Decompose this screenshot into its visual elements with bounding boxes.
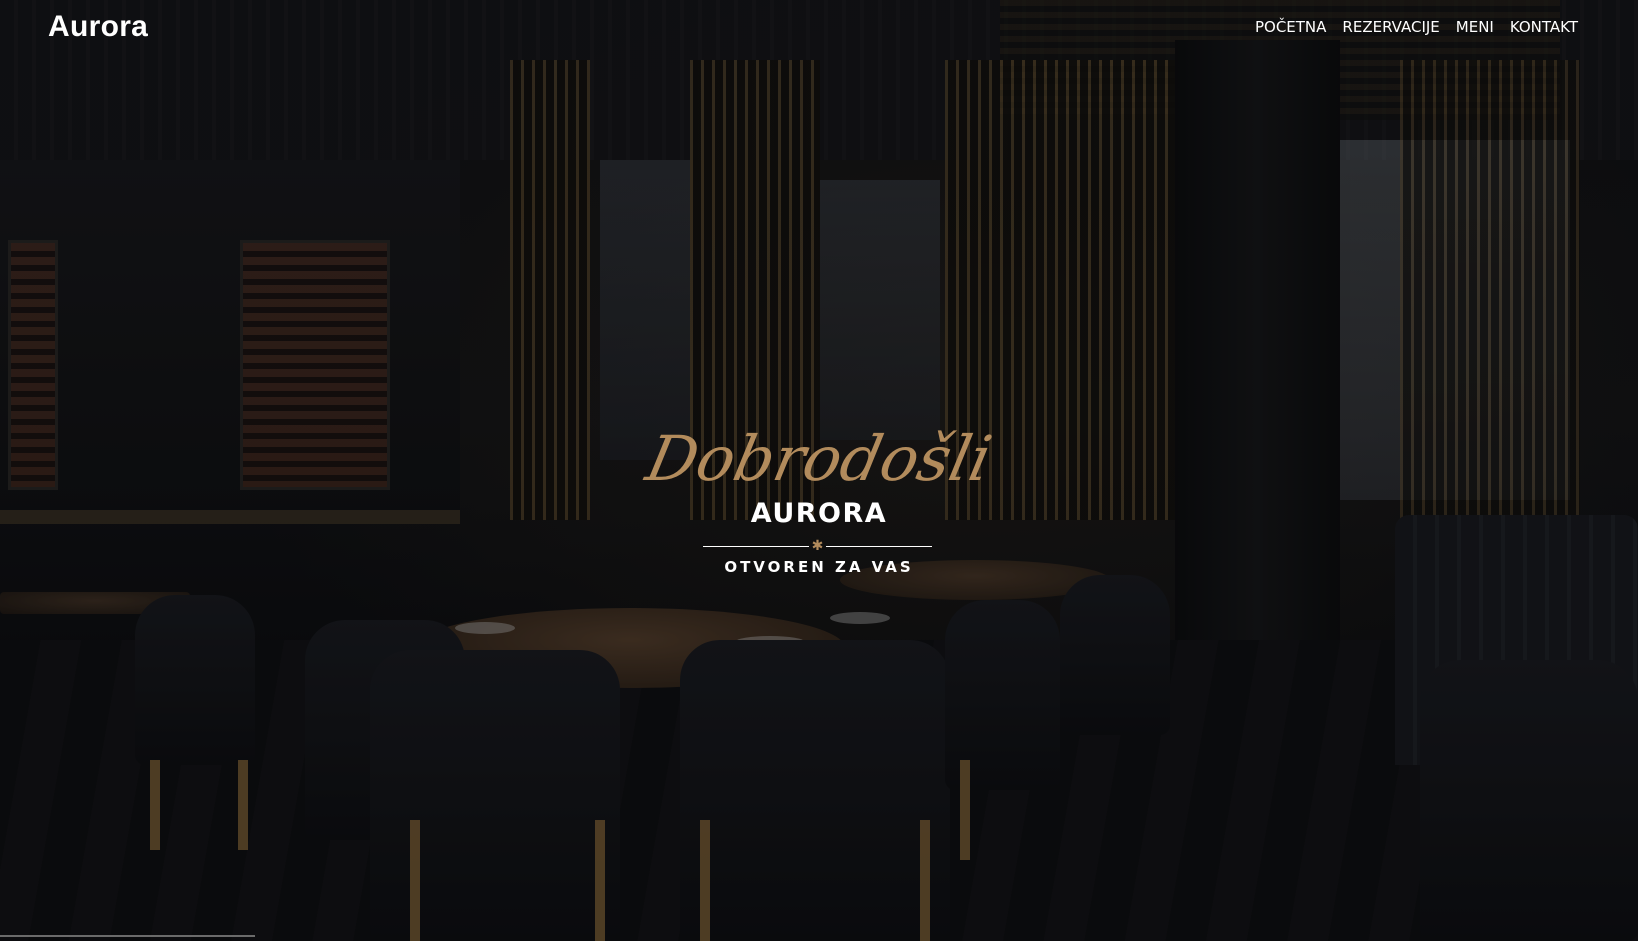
- nav-item-meni[interactable]: MENI: [1456, 18, 1494, 36]
- hero-section: Aurora POČETNA REZERVACIJE MENI KONTAKT …: [0, 0, 1638, 941]
- nav-item-kontakt[interactable]: KONTAKT: [1510, 18, 1578, 36]
- hero-divider: ✱: [703, 538, 932, 554]
- main-nav: POČETNA REZERVACIJE MENI KONTAKT: [1255, 18, 1578, 36]
- nav-item-pocetna[interactable]: POČETNA: [1255, 18, 1326, 36]
- progress-line: [0, 935, 255, 937]
- star-icon: ✱: [811, 538, 824, 554]
- hero-subtitle: OTVOREN ZA VAS: [724, 558, 914, 576]
- welcome-script-heading: Dobrodošli: [640, 422, 998, 495]
- hero-title: AURORA: [750, 498, 888, 529]
- nav-item-rezervacije[interactable]: REZERVACIJE: [1342, 18, 1439, 36]
- divider-line: [703, 546, 809, 547]
- brand-logo[interactable]: Aurora: [48, 10, 148, 44]
- divider-line: [826, 546, 932, 547]
